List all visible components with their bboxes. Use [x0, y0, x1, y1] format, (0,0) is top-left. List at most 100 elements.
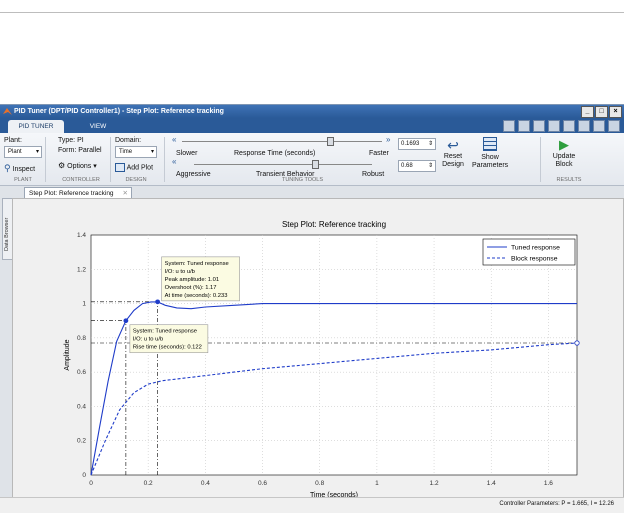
title-bar[interactable]: PID Tuner (DPT/PID Controller1) - Step P… [0, 105, 624, 118]
transient-slider[interactable] [194, 164, 372, 165]
controller-parameters-status: Controller Parameters: P = 1.665, I = 12… [499, 501, 614, 507]
x-tick-label: 0.8 [315, 480, 324, 487]
slower-arrow-icon[interactable]: « [172, 135, 176, 144]
options-label: Options [67, 163, 92, 170]
spinner-icon: ⇕ [427, 141, 433, 147]
plant-dropdown-value: Plant [8, 149, 22, 155]
domain-dropdown-value: Time [119, 149, 133, 155]
section-plant: PLANT [14, 177, 32, 183]
chevron-down-icon: ▾ [150, 149, 154, 155]
datatip-line: System: Tuned response [133, 329, 197, 335]
tab-pid-tuner[interactable]: PID TUNER [8, 120, 64, 133]
show-parameters-label: Show Parameters [472, 154, 509, 169]
x-tick-label: 0.2 [144, 480, 153, 487]
quick-access-icon[interactable] [503, 120, 515, 132]
matlab-app-icon [3, 108, 12, 115]
quick-access-icon[interactable] [578, 120, 590, 132]
quick-access-toolbar [503, 120, 620, 132]
section-divider [45, 137, 46, 182]
datatip-line: Overshoot (%): 1.17 [165, 285, 217, 291]
block-response-endpoint-marker [574, 340, 580, 346]
x-tick-label: 1.4 [487, 480, 496, 487]
add-plot-button[interactable]: Add Plot [115, 163, 153, 172]
reset-design-button[interactable]: ↩ Reset Design [438, 137, 468, 169]
pid-tuner-window: PID Tuner (DPT/PID Controller1) - Step P… [0, 104, 624, 513]
plot-panel: Step Plot: Reference tracking 0 0.2 0.4 0.6 0… [12, 198, 624, 499]
section-divider [110, 137, 111, 182]
faster-label: Faster [369, 150, 389, 157]
quick-access-icon[interactable] [518, 120, 530, 132]
x-tick-label: 1.6 [544, 480, 553, 487]
response-time-field[interactable]: 0.1693 ⇕ [398, 138, 436, 150]
update-block-button[interactable]: ▶ Update Block [548, 137, 580, 169]
window-title: PID Tuner (DPT/PID Controller1) - Step P… [14, 108, 224, 115]
x-tick-label: 0.4 [201, 480, 210, 487]
magnifier-icon: ⚲ [4, 163, 11, 173]
y-tick-label: 0.4 [77, 403, 86, 410]
add-plot-label: Add Plot [126, 164, 154, 172]
spinner-icon: ⇕ [427, 163, 433, 169]
type-label: Type: PI [58, 137, 84, 144]
x-tick-label: 1.2 [430, 480, 439, 487]
help-icon[interactable] [593, 120, 605, 132]
datatip-line: Peak amplitude: 1.01 [165, 277, 219, 283]
plant-dropdown[interactable]: Plant ▾ [4, 146, 42, 158]
window-controls: _ □ × [581, 106, 622, 118]
section-tuning-tools: TUNING TOOLS [281, 177, 324, 183]
inspect-label: Inspect [12, 166, 36, 173]
add-plot-icon [115, 163, 125, 172]
datatip-line: At time (seconds): 0.233 [165, 293, 228, 299]
quick-access-icon[interactable] [563, 120, 575, 132]
maximize-button[interactable]: □ [595, 106, 608, 118]
transient-slider-thumb[interactable] [312, 160, 320, 169]
step-plot-chart[interactable]: Step Plot: Reference tracking 0 0.2 0.4 0.6 0… [13, 199, 623, 499]
transient-field[interactable]: 0.68 ⇕ [398, 160, 436, 172]
y-tick-label: 0.2 [77, 438, 86, 445]
y-axis-label: Amplitude [64, 339, 71, 370]
response-time-slider[interactable] [182, 141, 382, 142]
quick-access-icon[interactable] [548, 120, 560, 132]
response-time-label: Response Time (seconds) [234, 150, 316, 157]
chevron-down-icon: ▾ [35, 149, 39, 155]
reset-icon: ↩ [447, 137, 459, 153]
y-tick-label: 1 [82, 301, 86, 308]
legend-entry: Tuned response [511, 245, 560, 252]
play-icon: ▶ [559, 137, 569, 152]
update-block-label: Update Block [552, 153, 576, 168]
inspect-button[interactable]: ⚲ Inspect [4, 163, 35, 174]
show-parameters-button[interactable]: Show Parameters [472, 137, 508, 170]
gear-icon: ⚙ [58, 161, 66, 170]
reset-design-label: Reset Design [442, 153, 464, 168]
datatip-line: System: Tuned response [165, 261, 229, 267]
faster-arrow-icon[interactable]: » [386, 135, 390, 144]
response-time-slider-thumb[interactable] [327, 137, 334, 146]
slower-label: Slower [176, 150, 198, 157]
data-browser-label: Data Browser [4, 217, 10, 251]
page-top-rule [0, 12, 624, 13]
section-results: RESULTS [556, 177, 582, 183]
x-tick-label: 1 [375, 480, 379, 487]
section-divider [164, 137, 165, 182]
form-label: Form: Parallel [58, 147, 102, 154]
domain-dropdown[interactable]: Time ▾ [115, 146, 157, 158]
y-tick-label: 1.4 [77, 232, 86, 239]
y-tick-label: 1.2 [77, 266, 86, 273]
collapse-ribbon-icon[interactable] [608, 120, 620, 132]
section-controller: CONTROLLER [62, 177, 100, 183]
options-button[interactable]: ⚙ Options ▾ [58, 161, 97, 170]
ribbon-tab-row: PID TUNER VIEW [0, 118, 624, 133]
y-tick-label: 0 [82, 472, 86, 479]
x-tick-label: 0.6 [258, 480, 267, 487]
datatip-line: I/O: u to u/b [165, 269, 195, 275]
quick-access-icon[interactable] [533, 120, 545, 132]
aggressive-arrow-icon[interactable]: « [172, 157, 176, 166]
close-button[interactable]: × [609, 106, 622, 118]
section-divider [540, 137, 541, 182]
tab-view[interactable]: VIEW [70, 120, 126, 133]
minimize-button[interactable]: _ [581, 106, 594, 118]
document-tab-bar: Step Plot: Reference tracking ✕ [0, 186, 624, 199]
y-tick-label: 0.6 [77, 369, 86, 376]
table-icon [483, 137, 497, 151]
toolstrip: Plant: Plant ▾ ⚲ Inspect PLANT Type: PI … [0, 133, 624, 186]
section-design: DESIGN [125, 177, 147, 183]
